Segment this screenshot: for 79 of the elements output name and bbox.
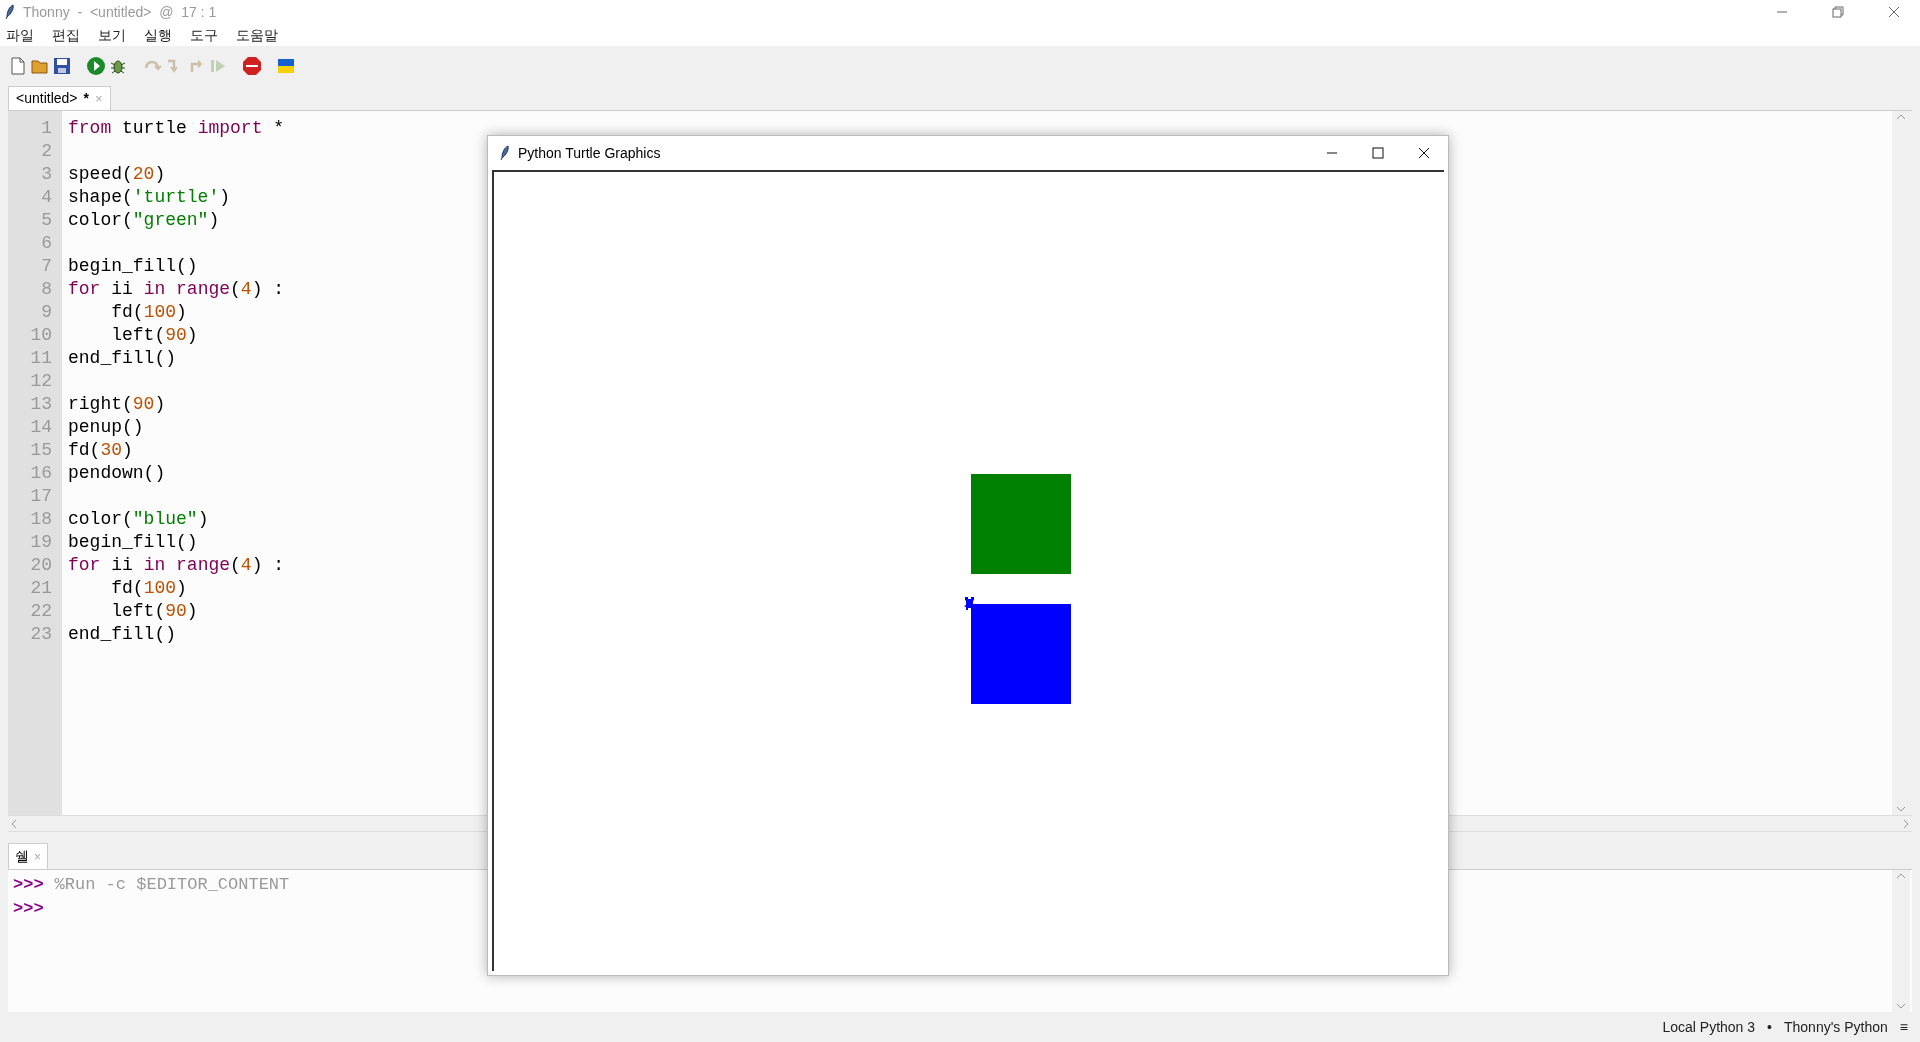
line-number: 13 xyxy=(30,393,52,416)
line-number: 15 xyxy=(30,439,52,462)
line-number: 3 xyxy=(41,163,52,186)
code-line: end_fill() xyxy=(68,623,177,646)
code-line: end_fill() xyxy=(68,347,177,370)
window-title: Python Turtle Graphics xyxy=(518,143,661,163)
line-number: 20 xyxy=(30,554,52,577)
shell-prompt: >>> xyxy=(13,898,44,920)
code-line: from turtle import * xyxy=(68,117,285,140)
code-line: color("blue") xyxy=(68,508,209,531)
code-line: left(90) xyxy=(110,600,198,623)
scroll-right-icon[interactable] xyxy=(1902,818,1910,829)
line-number: 11 xyxy=(30,347,52,370)
line-number: 9 xyxy=(41,301,52,324)
separator-dot: • xyxy=(1767,1017,1772,1037)
menu-item[interactable]: 편집 xyxy=(52,24,80,46)
maximize-icon[interactable] xyxy=(1372,147,1384,159)
line-number: 16 xyxy=(30,462,52,485)
line-number: 18 xyxy=(30,508,52,531)
code-line: fd(100) xyxy=(110,301,187,324)
editor-tab[interactable]: <untitled> * × xyxy=(8,86,111,110)
menu-item[interactable]: 도구 xyxy=(190,24,218,46)
scroll-up-icon[interactable] xyxy=(1896,113,1906,121)
line-number: 21 xyxy=(30,577,52,600)
menu-item[interactable]: 도움말 xyxy=(236,24,278,46)
flag-icon[interactable] xyxy=(276,56,296,76)
code-line: right(90) xyxy=(68,393,166,416)
line-number: 2 xyxy=(41,140,52,163)
scroll-left-icon[interactable] xyxy=(10,818,18,829)
line-number: 1 xyxy=(41,117,52,140)
code-line: for ii in range(4) : xyxy=(68,554,285,577)
code-line: speed(20) xyxy=(68,163,166,186)
menu-button[interactable]: ≡ xyxy=(1899,1016,1908,1038)
feather-icon xyxy=(500,145,510,161)
menu-item[interactable]: 파일 xyxy=(6,24,34,46)
vertical-scrollbar[interactable] xyxy=(1892,870,1910,1012)
close-icon[interactable] xyxy=(1418,147,1430,159)
code-line: for ii in range(4) : xyxy=(68,278,285,301)
environment-label[interactable]: Thonny's Python xyxy=(1783,1016,1888,1038)
code-line: fd(100) xyxy=(110,577,187,600)
line-number: 7 xyxy=(41,255,52,278)
code-line: left(90) xyxy=(110,324,198,347)
line-number: 10 xyxy=(30,324,52,347)
line-number: 23 xyxy=(30,623,52,646)
code-line: fd(30) xyxy=(68,439,133,462)
line-number: 8 xyxy=(41,278,52,301)
new-file-icon[interactable] xyxy=(8,56,28,76)
code-line: penup() xyxy=(68,416,144,439)
line-number: 6 xyxy=(41,232,52,255)
menu-item[interactable]: 실행 xyxy=(144,24,172,46)
tab-title: 쉘 xyxy=(15,847,29,866)
feather-icon xyxy=(5,4,15,20)
scroll-up-icon[interactable] xyxy=(1896,872,1906,880)
line-number: 22 xyxy=(30,600,52,623)
line-number: 5 xyxy=(41,209,52,232)
scroll-down-icon[interactable] xyxy=(1896,805,1906,813)
scroll-down-icon[interactable] xyxy=(1896,1002,1906,1010)
code-line: begin_fill() xyxy=(68,255,198,278)
menu-item[interactable]: 보기 xyxy=(98,24,126,46)
shell-tab[interactable]: 쉘 × xyxy=(8,843,48,869)
modified-marker: * xyxy=(83,89,89,108)
code-line: color("green") xyxy=(68,209,220,232)
code-line: shape('turtle') xyxy=(68,186,231,209)
save-icon[interactable] xyxy=(52,56,72,76)
interpreter-label[interactable]: Local Python 3 xyxy=(1662,1016,1756,1038)
restore-icon[interactable] xyxy=(1832,6,1844,18)
line-number: 12 xyxy=(30,370,52,393)
line-number: 4 xyxy=(41,186,52,209)
shell-prompt: >>> xyxy=(13,874,44,896)
line-number: 19 xyxy=(30,531,52,554)
line-number: 17 xyxy=(30,485,52,508)
window-title: Thonny - <untitled> @ 17 : 1 xyxy=(23,2,217,22)
shell-command: %Run -c $EDITOR_CONTENT xyxy=(54,874,290,896)
stop-icon[interactable] xyxy=(242,56,262,76)
run-icon[interactable] xyxy=(86,56,106,76)
line-number: 14 xyxy=(30,416,52,439)
code-line: begin_fill() xyxy=(68,531,198,554)
code-line: pendown() xyxy=(68,462,166,485)
tab-title: <untitled> xyxy=(16,89,78,108)
